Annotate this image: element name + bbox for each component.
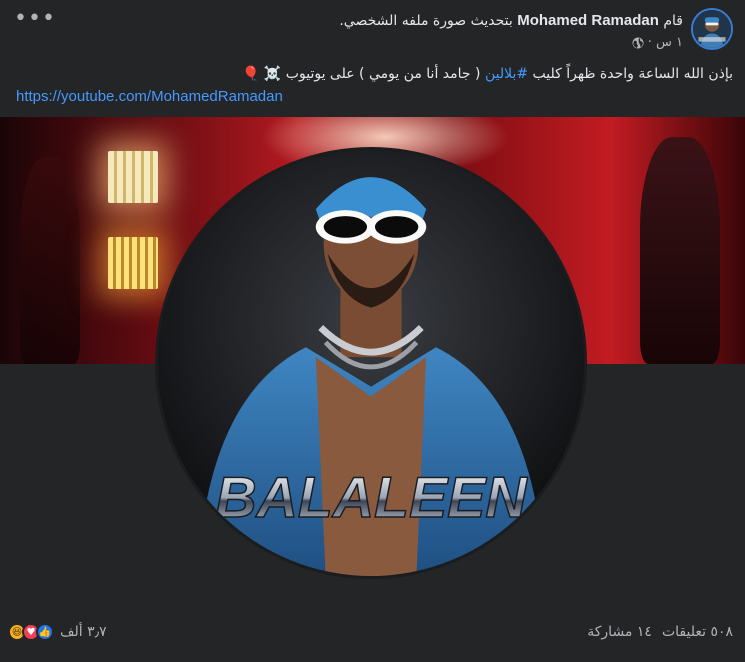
globe-icon[interactable] [632,37,644,49]
avatar[interactable] [691,8,733,50]
more-options-button[interactable]: ••• [14,8,55,36]
caption-before: بإذن الله الساعة واحدة ظهراً كليب [528,66,733,82]
profile-picture[interactable]: BALALEEN [155,147,587,579]
stage-light-bottom [108,237,158,289]
post-caption: بإذن الله الساعة واحدة ظهراً كليب #بلالي… [12,64,733,84]
reactions-count[interactable]: ٣٫٧ ألف [60,624,107,640]
reactions-summary[interactable]: ٣٫٧ ألف 😆 ♥ 👍 [8,623,107,641]
banner-text: BALALEEN [215,466,528,530]
post-meta: ١ س · [12,34,683,52]
like-icon: 👍 [36,623,54,641]
cover-dancer-right [640,137,720,364]
post-stats: ٥٠٨ تعليقات ١٤ مشاركة [587,624,733,640]
youtube-link[interactable]: https://youtube.com/MohamedRamadan [12,87,733,107]
shares-count[interactable]: ١٤ مشاركة [587,624,652,640]
post-header-line: قام Mohamed Ramadan بتحديث صورة ملفه الش… [12,12,683,30]
post-time[interactable]: ١ س · [648,34,683,52]
header-action: بتحديث صورة ملفه الشخصي. [339,13,513,29]
profile-picture-image: BALALEEN [158,150,584,576]
post-media[interactable]: BALALEEN [0,117,745,608]
comments-count[interactable]: ٥٠٨ تعليقات [662,624,733,640]
post-card: قام Mohamed Ramadan بتحديث صورة ملفه الش… [0,0,745,662]
caption-after: ( جامد أنا من يومي ) على يوتيوب ☠️ 🎈 [242,66,485,82]
stage-light-top [108,151,158,203]
reaction-icons: 😆 ♥ 👍 [8,623,54,641]
post-text: بإذن الله الساعة واحدة ظهراً كليب #بلالي… [12,64,733,107]
author-name[interactable]: Mohamed Ramadan [517,12,659,29]
header-prefix: قام [663,13,683,29]
post-footer: ٥٠٨ تعليقات ١٤ مشاركة ٣٫٧ ألف 😆 ♥ 👍 [8,612,733,652]
cover-dancer-left [20,157,80,364]
profile-avatar-icon [693,10,731,48]
post-header-text: قام Mohamed Ramadan بتحديث صورة ملفه الش… [12,8,683,52]
post-header: قام Mohamed Ramadan بتحديث صورة ملفه الش… [12,8,733,56]
hashtag-link[interactable]: #بلالين [485,66,528,82]
